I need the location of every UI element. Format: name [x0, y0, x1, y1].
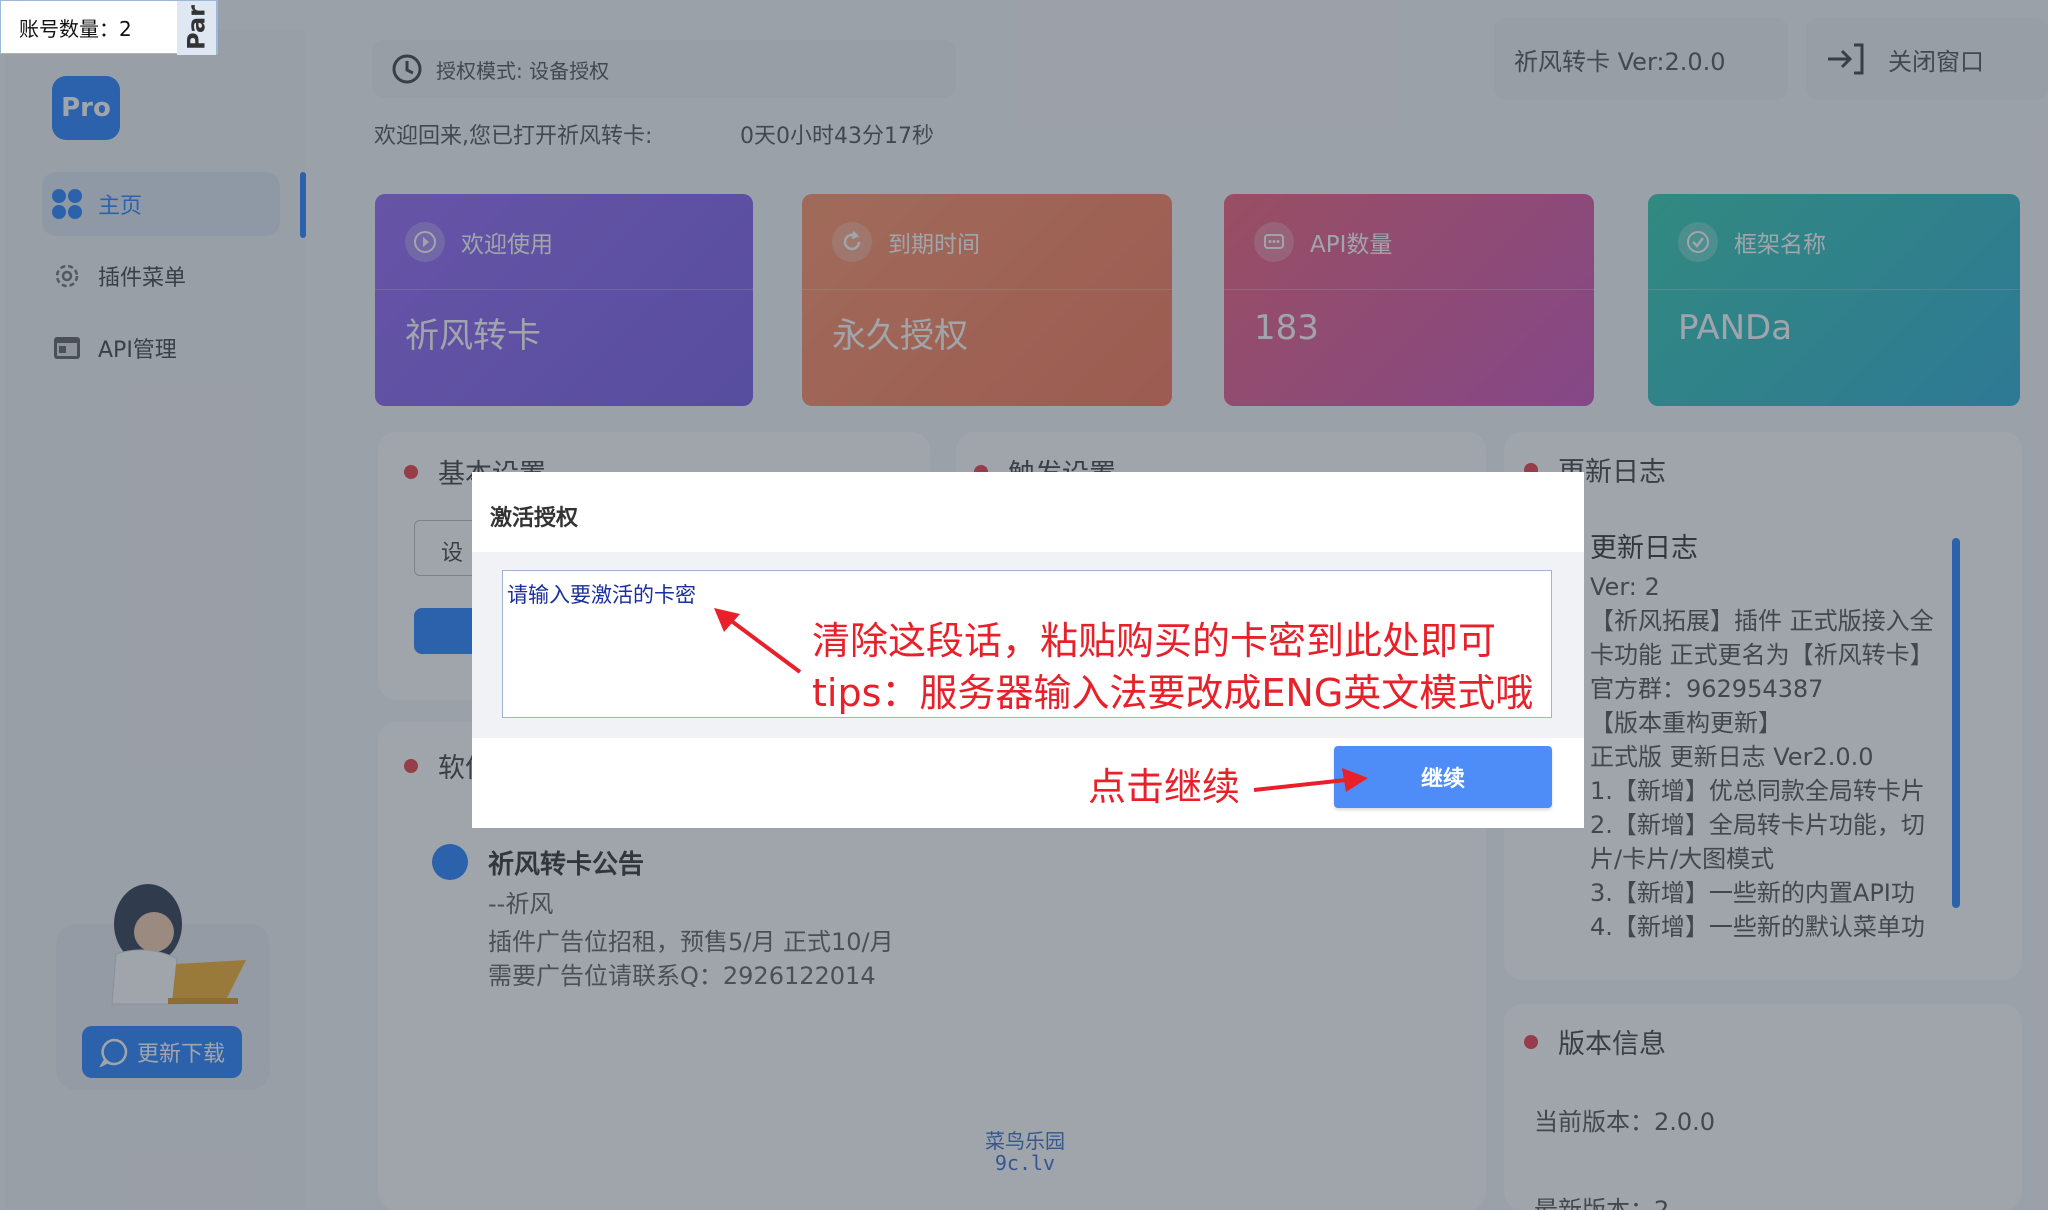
account-count-tab[interactable]: 账号数量：2 Par — [0, 0, 218, 55]
side-tab-label[interactable]: Par — [177, 1, 217, 55]
account-count-label: 账号数量：2 — [19, 16, 132, 41]
dialog-title: 激活授权 — [490, 506, 579, 531]
annotation-arrow-icon — [1253, 768, 1368, 792]
annotation-text: tips：服务器输入法要改成ENG英文模式哦 — [812, 671, 1534, 715]
annotation-text: 点击继续 — [1088, 765, 1241, 809]
annotation-arrow-icon — [714, 608, 802, 674]
annotation-text: 清除这段话，粘贴购买的卡密到此处即可 — [812, 619, 1497, 663]
